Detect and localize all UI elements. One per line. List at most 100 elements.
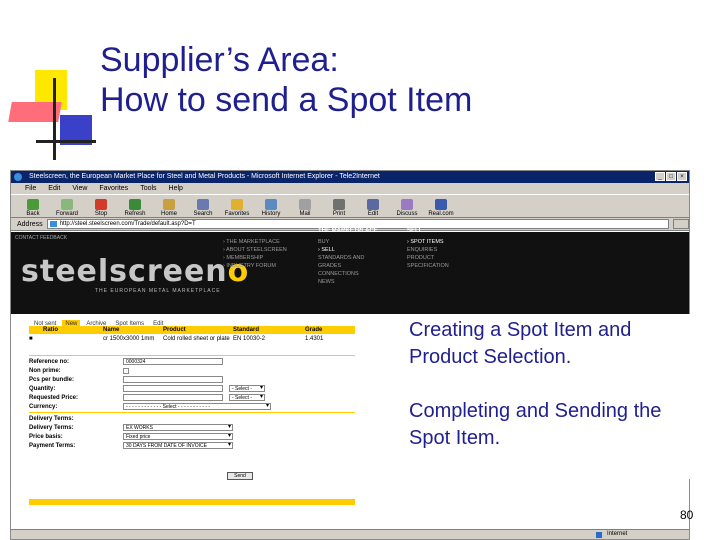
stop-label: Stop: [94, 211, 108, 217]
quantity-input[interactable]: [123, 385, 223, 392]
nav-item-news[interactable]: NEWS: [318, 278, 378, 286]
nav-item-enquiries[interactable]: ENQUIRIES: [407, 246, 449, 254]
print-button[interactable]: Print: [325, 199, 353, 217]
nav-item-buy[interactable]: BUY: [318, 238, 378, 246]
stop-button[interactable]: Stop: [87, 199, 115, 217]
nav-item-spot-items[interactable]: › SPOT ITEMS: [407, 238, 449, 246]
send-button[interactable]: Send: [227, 472, 253, 480]
refresh-button[interactable]: Refresh: [121, 199, 149, 217]
non-prime-checkbox[interactable]: [123, 367, 129, 374]
product-table: Ratio Name Product Standard Grade ■ cr 1…: [29, 326, 355, 343]
back-button[interactable]: Back: [19, 199, 47, 217]
forward-button[interactable]: Forward: [53, 199, 81, 217]
nav-item-sell[interactable]: › SELL: [318, 246, 378, 254]
close-icon[interactable]: ×: [677, 172, 687, 181]
status-zone: Internet: [607, 531, 628, 537]
caption-step2: Completing and Sending the Spot Item.: [409, 400, 662, 449]
price-basis-label: Price basis:: [29, 433, 63, 440]
search-label: Search: [193, 211, 213, 217]
price-basis-row: Price basis: Fixed price: [29, 432, 355, 441]
menu-tools[interactable]: Tools: [140, 183, 156, 194]
payment-terms-label: Payment Terms:: [29, 442, 76, 449]
edit-label: Edit: [367, 211, 379, 217]
browser-window-title: Steelscreen, the European Market Place f…: [29, 173, 380, 180]
mail-button[interactable]: Mail: [291, 199, 319, 217]
nav-item-standards[interactable]: STANDARDS AND GRADES: [318, 254, 378, 270]
forward-arrow-icon: [61, 199, 73, 210]
maximize-icon[interactable]: □: [666, 172, 676, 181]
home-label: Home: [160, 211, 177, 217]
address-label: Address: [17, 220, 43, 228]
row-checkbox-icon[interactable]: ■: [29, 336, 43, 343]
non-prime-label: Non prime:: [29, 367, 61, 374]
real-label: Real.com: [428, 211, 454, 217]
menu-edit[interactable]: Edit: [48, 183, 60, 194]
back-label: Back: [26, 211, 40, 217]
real-button[interactable]: Real.com: [427, 199, 455, 217]
nav-item-connections[interactable]: CONNECTIONS: [318, 270, 378, 278]
discuss-button[interactable]: Discuss: [393, 199, 421, 217]
menu-file[interactable]: File: [25, 183, 36, 194]
nav-item-specification[interactable]: SPECIFICATION: [407, 262, 449, 270]
site-nav-main: › THE MARKETPLACE › ABOUT STEELSCREEN › …: [223, 238, 287, 270]
menu-view[interactable]: View: [72, 183, 87, 194]
cell-ratio: [43, 336, 103, 343]
favorites-button[interactable]: Favorites: [223, 199, 251, 217]
site-tagline: THE EUROPEAN METAL MARKETPLACE: [95, 288, 221, 294]
requested-price-row: Requested Price: - Select -: [29, 393, 355, 402]
steelscreen-logo[interactable]: steelscreeno: [21, 254, 249, 289]
nav-item-about[interactable]: › ABOUT STEELSCREEN: [223, 246, 287, 254]
site-top-links[interactable]: CONTACT FEEDBACK: [15, 235, 67, 241]
slide-title-line2: How to send a Spot Item: [100, 81, 473, 119]
mail-icon: [299, 199, 311, 210]
edit-button[interactable]: Edit: [359, 199, 387, 217]
quantity-unit-select[interactable]: - Select -: [229, 385, 265, 392]
delivery-terms-label: Delivery Terms:: [29, 424, 74, 431]
payment-terms-select[interactable]: 30 DAYS FROM DATE OF INVOICE: [123, 442, 233, 449]
cell-product: Cold rolled sheet or plate: [163, 336, 230, 342]
window-controls: _ □ ×: [655, 172, 687, 181]
print-label: Print: [332, 211, 346, 217]
reference-input[interactable]: 0000324: [123, 358, 223, 365]
nav-item-forum[interactable]: › INDUSTRY FORUM: [223, 262, 287, 270]
decor-horizontal-line: [36, 140, 96, 143]
col-standard: Standard: [233, 327, 260, 333]
discuss-icon: [401, 199, 413, 210]
price-basis-select[interactable]: Fixed price: [123, 433, 233, 440]
col-ratio: Ratio: [43, 327, 58, 333]
nav-item-membership[interactable]: › MEMBERSHIP: [223, 254, 287, 262]
col-select: [29, 326, 43, 334]
minimize-icon[interactable]: _: [655, 172, 665, 181]
delivery-terms-select[interactable]: EX WORKS: [123, 424, 233, 431]
stop-icon: [95, 199, 107, 210]
form-divider: [29, 355, 355, 356]
price-unit-select[interactable]: - Select -: [229, 394, 265, 401]
real-icon: [435, 199, 447, 210]
nav-item-product[interactable]: PRODUCT: [407, 254, 449, 262]
pcs-input[interactable]: [123, 376, 223, 383]
ie-logo-icon: [14, 173, 22, 181]
go-button[interactable]: [673, 219, 689, 229]
site-nav-marketplace: BUY › SELL STANDARDS AND GRADES CONNECTI…: [318, 238, 378, 286]
quantity-row: Quantity: - Select -: [29, 384, 355, 393]
nav-head-marketplace: THE MARKETPLACE: [318, 228, 378, 234]
search-button[interactable]: Search: [189, 199, 217, 217]
back-arrow-icon: [27, 199, 39, 210]
favorites-label: Favorites: [224, 211, 250, 217]
menu-help[interactable]: Help: [169, 183, 183, 194]
col-name: Name: [103, 327, 120, 333]
edit-icon: [367, 199, 379, 210]
requested-price-input[interactable]: [123, 394, 223, 401]
nav-item-marketplace[interactable]: › THE MARKETPLACE: [223, 238, 287, 246]
currency-select[interactable]: - - - - - - - - - - - - Select - - - - -…: [123, 403, 271, 410]
col-grade: Grade: [305, 327, 323, 333]
history-button[interactable]: History: [257, 199, 285, 217]
menu-favorites[interactable]: Favorites: [99, 183, 128, 194]
table-row[interactable]: ■ cr 1500x3000 1mm Cold rolled sheet or …: [29, 334, 355, 343]
logo-text: steelscreen: [21, 254, 228, 289]
non-prime-row: Non prime:: [29, 366, 355, 375]
home-button[interactable]: Home: [155, 199, 183, 217]
pcs-row: Pcs per bundle:: [29, 375, 355, 384]
form-footer-bar: [29, 499, 355, 505]
reference-row: Reference no: 0000324: [29, 357, 355, 366]
